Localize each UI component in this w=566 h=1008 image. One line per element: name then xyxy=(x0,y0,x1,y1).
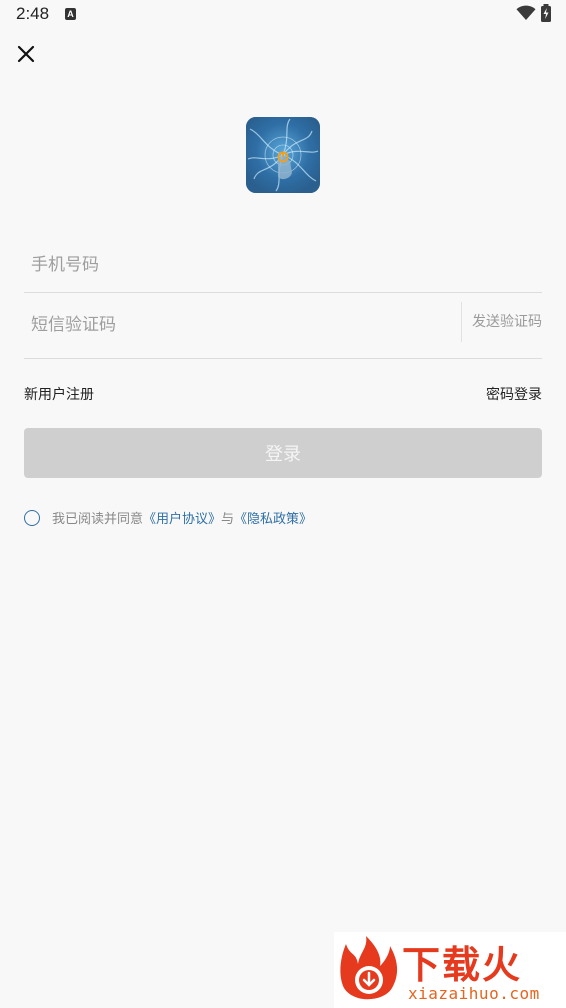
close-button[interactable] xyxy=(12,40,40,68)
battery-charging-icon xyxy=(541,4,551,22)
watermark: 下载火 xiazaihuo.com xyxy=(334,932,566,1008)
agreement-checkbox[interactable] xyxy=(24,509,40,526)
privacy-policy-link[interactable]: 《隐私政策》 xyxy=(234,508,312,527)
status-indicators xyxy=(516,4,552,22)
agreement-conjunction: 与 xyxy=(221,512,235,527)
register-link[interactable]: 新用户注册 xyxy=(24,384,94,404)
sms-field-row: 发送验证码 xyxy=(24,296,542,359)
agreement-row: 我已阅读并同意 《用户协议》 与 《隐私政策》 xyxy=(24,508,312,527)
watermark-brand: 下载火 xyxy=(402,943,523,987)
wifi-icon xyxy=(516,5,536,20)
watermark-url: xiazaihuo.com xyxy=(408,984,540,1003)
send-code-button[interactable]: 发送验证码 xyxy=(472,296,542,348)
notification-a-icon: A xyxy=(65,8,76,20)
status-time: 2:48 xyxy=(16,4,50,23)
agreement-prefix: 我已阅读并同意 xyxy=(52,512,144,527)
password-login-link[interactable]: 密码登录 xyxy=(486,384,542,404)
flame-download-icon xyxy=(340,936,398,1000)
user-agreement-link[interactable]: 《用户协议》 xyxy=(143,508,221,527)
field-divider xyxy=(461,302,462,342)
login-button[interactable]: 登录 xyxy=(24,428,542,478)
close-icon xyxy=(17,45,35,63)
phone-field-row xyxy=(24,236,542,294)
app-logo xyxy=(246,117,320,193)
phone-input[interactable] xyxy=(29,236,453,294)
status-bar: 2:48 A xyxy=(0,0,566,28)
sms-code-input[interactable] xyxy=(29,296,453,354)
